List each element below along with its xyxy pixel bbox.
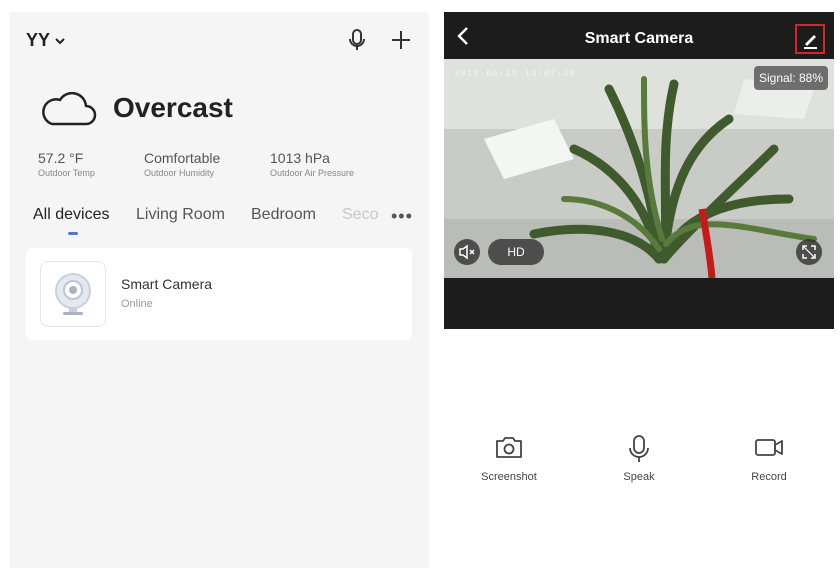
device-card[interactable]: Smart Camera Online xyxy=(26,248,412,340)
quality-toggle-button[interactable]: HD xyxy=(488,239,544,265)
device-status: Online xyxy=(121,298,153,310)
tab-living-room[interactable]: Living Room xyxy=(136,206,225,224)
speak-label: Speak xyxy=(623,471,655,483)
active-tab-indicator xyxy=(68,232,78,235)
record-button[interactable]: Record xyxy=(729,434,809,483)
mute-button[interactable] xyxy=(454,239,480,265)
tab-all-devices[interactable]: All devices xyxy=(33,206,109,224)
home-name: YY xyxy=(26,30,51,50)
chevron-down-icon xyxy=(55,37,65,44)
video-bottom-bar xyxy=(444,278,834,329)
camera-title: Smart Camera xyxy=(584,30,694,47)
camera-top-bar: Smart Camera xyxy=(444,12,834,59)
screenshot-label: Screenshot xyxy=(481,471,537,483)
stat-humidity: Comfortable Outdoor Humidity xyxy=(144,150,220,178)
fullscreen-button[interactable] xyxy=(796,239,822,265)
edit-button[interactable] xyxy=(795,24,825,54)
stat-label: Outdoor Humidity xyxy=(144,168,215,178)
signal-strength: Signal: 88% xyxy=(754,66,828,90)
video-timestamp: 2019-04-18 14:07:20 xyxy=(454,69,576,79)
stat-value: 57.2 °F xyxy=(38,150,84,166)
microphone-icon xyxy=(629,435,649,462)
camera-screen: Smart Camera 2019-04-18 14:07:20 Signal:… xyxy=(444,12,834,568)
expand-icon xyxy=(802,245,816,259)
microphone-icon[interactable] xyxy=(345,28,369,52)
video-camera-icon xyxy=(755,439,783,456)
camera-thumbnail-icon xyxy=(40,261,106,327)
room-tabs: All devices Living Room Bedroom Seco ••• xyxy=(32,206,422,236)
more-tabs-button[interactable]: ••• xyxy=(391,206,413,227)
stat-value: 1013 hPa xyxy=(270,150,330,166)
stat-label: Outdoor Air Pressure xyxy=(270,168,355,178)
camera-icon xyxy=(496,437,522,458)
home-selector[interactable]: YY xyxy=(26,30,66,51)
camera-live-feed[interactable]: 2019-04-18 14:07:20 Signal: 88% HD xyxy=(444,59,834,278)
stat-label: Outdoor Temp xyxy=(38,168,95,178)
home-screen: YY Overcast 57.2 °F Outdoor Temp Comfort… xyxy=(10,12,429,568)
speak-button[interactable]: Speak xyxy=(599,434,679,483)
tab-bedroom[interactable]: Bedroom xyxy=(251,206,316,224)
speaker-mute-icon xyxy=(459,244,475,260)
pencil-icon xyxy=(804,35,817,49)
device-name: Smart Camera xyxy=(121,276,213,292)
tab-second[interactable]: Seco xyxy=(342,206,380,224)
weather-condition: Overcast xyxy=(113,92,233,123)
record-label: Record xyxy=(751,471,787,483)
stat-air-pressure: 1013 hPa Outdoor Air Pressure xyxy=(270,150,354,178)
cloud-icon xyxy=(42,91,97,126)
stat-temperature: 57.2 °F Outdoor Temp xyxy=(38,150,95,178)
stat-value: Comfortable xyxy=(144,150,221,166)
add-icon[interactable] xyxy=(389,28,413,52)
screenshot-button[interactable]: Screenshot xyxy=(469,434,549,483)
